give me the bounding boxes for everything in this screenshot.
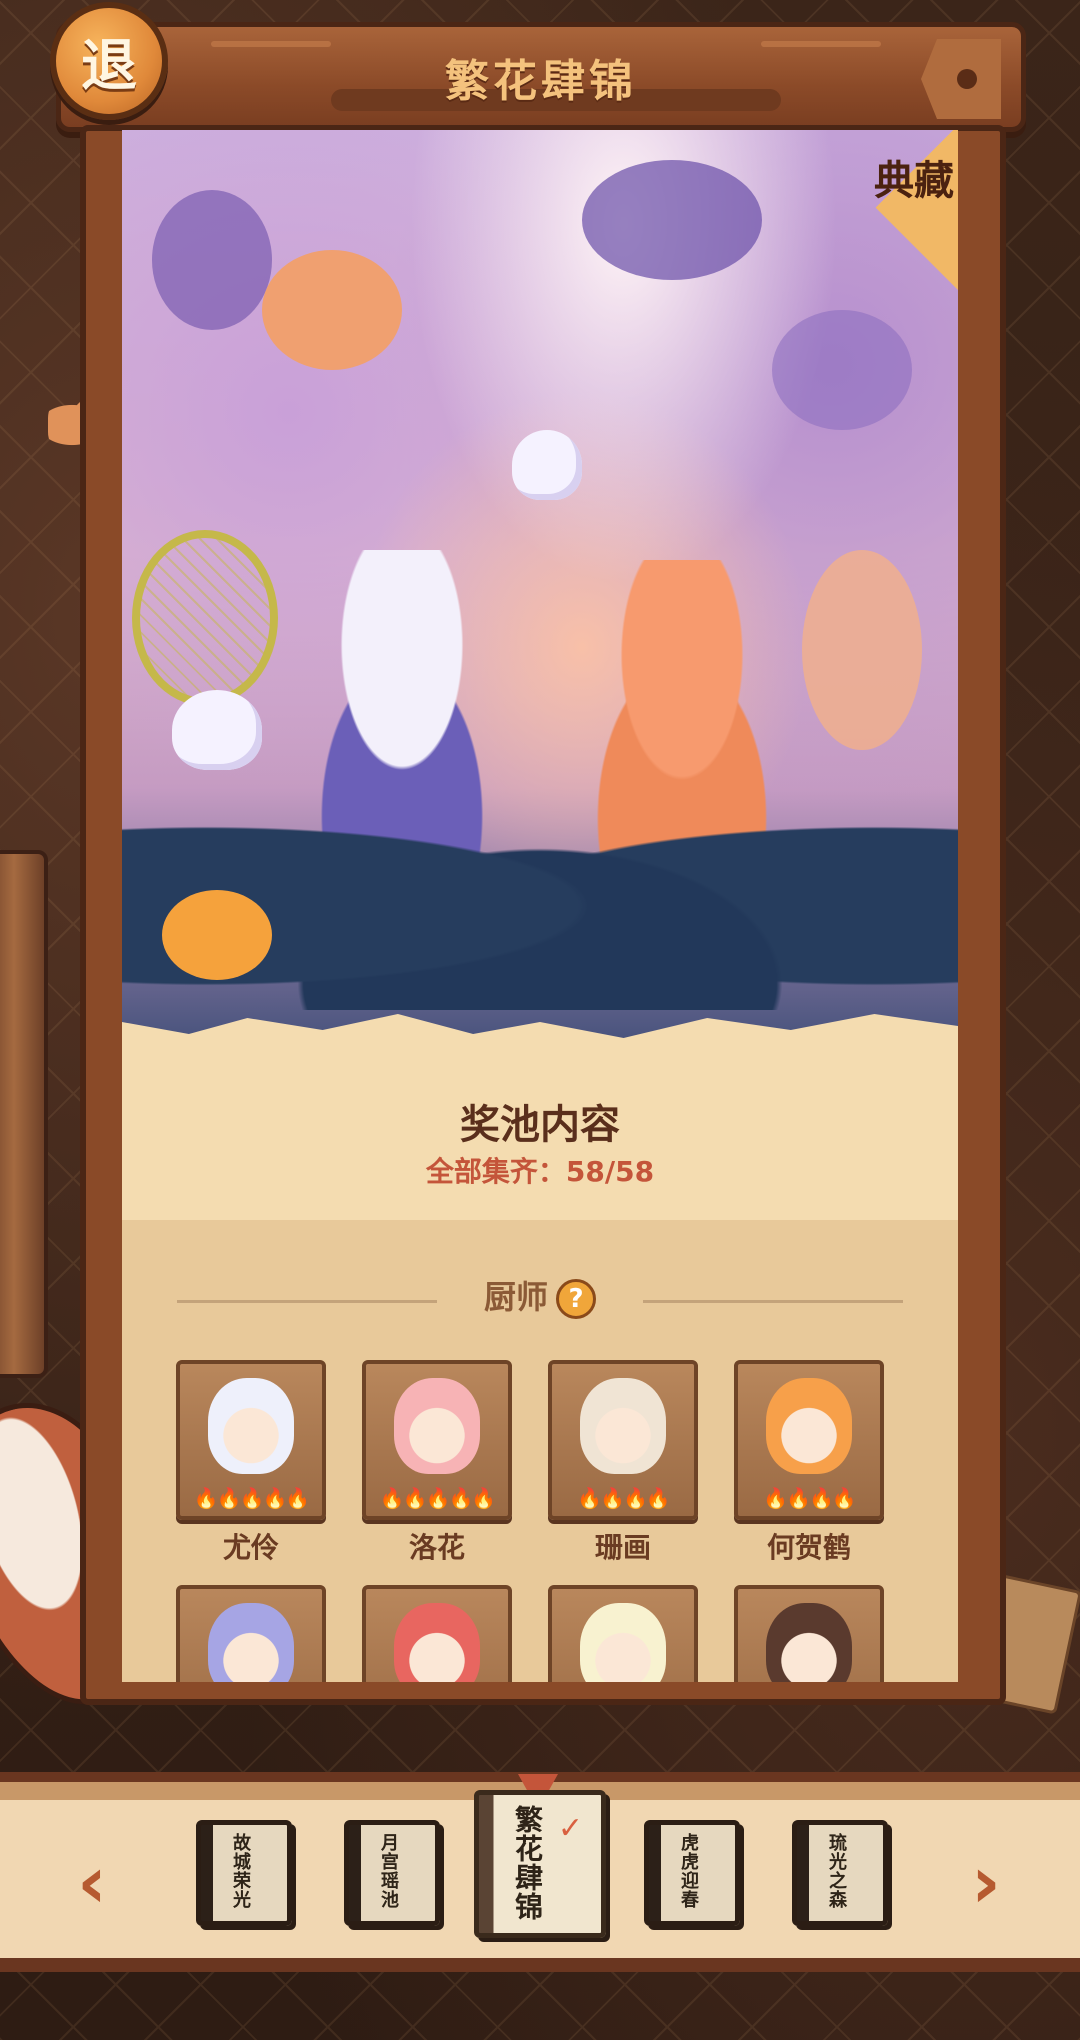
title-bar: 繁花肆锦 — [56, 22, 1026, 132]
book-title: 月宫瑶池 — [378, 1833, 399, 1909]
section-title-text: 厨师 — [483, 1278, 548, 1316]
pool-title: 奖池内容 — [460, 1102, 620, 1148]
chef-card[interactable] — [362, 1585, 512, 1682]
character-fox — [802, 550, 922, 750]
section-title: 厨师? — [122, 1272, 958, 1319]
chevron-right-icon[interactable]: › — [956, 1842, 1016, 1922]
book-title: 琉光之森 — [826, 1833, 847, 1909]
chef-card[interactable]: 🔥🔥🔥🔥🔥 — [362, 1360, 512, 1520]
butterfly-net — [132, 530, 278, 706]
chef-portrait — [766, 1603, 852, 1682]
ghost-spirit — [512, 430, 582, 500]
pool-completion: 全部集齐：58/58 — [425, 1155, 655, 1188]
question-icon[interactable]: ? — [556, 1279, 596, 1319]
book-title: 繁花肆锦 — [511, 1805, 544, 1921]
pool-header: 奖池内容 全部集齐：58/58 — [122, 1070, 958, 1220]
bottom-nav: ‹ › 故城荣光 月宫瑶池 繁花肆锦 ✓ 虎虎迎春 琉光之森 — [0, 1772, 1080, 1972]
wisteria-leaf — [582, 160, 762, 280]
chef-card[interactable]: 🔥🔥🔥🔥🔥 — [176, 1360, 326, 1520]
book-title: 虎虎迎春 — [678, 1833, 699, 1909]
book-item[interactable]: 虎虎迎春 — [644, 1820, 740, 1926]
book-active[interactable]: 繁花肆锦 ✓ — [474, 1790, 606, 1938]
chef-portrait — [208, 1603, 294, 1682]
chevron-left-icon[interactable]: ‹ — [62, 1842, 122, 1922]
collection-ribbon: 典藏 — [794, 130, 958, 296]
ribbon-label: 典藏 — [874, 158, 954, 204]
chef-card[interactable]: 🔥🔥🔥🔥 — [734, 1360, 884, 1520]
book-item[interactable]: 月宫瑶池 — [344, 1820, 440, 1926]
falling-leaf — [162, 890, 272, 980]
chef-name: 尤伶 — [222, 1531, 279, 1564]
chef-card[interactable] — [734, 1585, 884, 1682]
rarity-flames: 🔥🔥🔥🔥 — [763, 1486, 857, 1510]
pool-panel[interactable]: 典藏 奖池内容 全部集齐：58/58 厨师? 🔥🔥🔥🔥🔥 尤伶 🔥🔥🔥🔥🔥 洛花 🔥🔥🔥… — [122, 130, 958, 1682]
book-title: 故城荣光 — [230, 1833, 251, 1909]
wisteria-leaf — [772, 310, 912, 430]
chef-name: 洛花 — [408, 1531, 465, 1564]
rarity-flames: 🔥🔥🔥🔥🔥 — [379, 1486, 497, 1510]
page-title: 繁花肆锦 — [445, 56, 637, 107]
chef-section: 厨师? 🔥🔥🔥🔥🔥 尤伶 🔥🔥🔥🔥🔥 洛花 🔥🔥🔥🔥 珊画 🔥🔥🔥🔥 何贺鹤 — [122, 1220, 958, 1682]
title-decoration — [921, 39, 1001, 119]
chef-portrait — [766, 1378, 852, 1474]
chef-portrait — [580, 1603, 666, 1682]
chef-portrait — [208, 1378, 294, 1474]
banner-artwork: 典藏 — [122, 130, 958, 1070]
chef-name: 珊画 — [594, 1531, 651, 1564]
chef-card[interactable] — [176, 1585, 326, 1682]
chef-portrait — [580, 1378, 666, 1474]
rarity-flames: 🔥🔥🔥🔥 — [577, 1486, 671, 1510]
check-icon: ✓ — [557, 1811, 583, 1846]
chef-portrait — [394, 1378, 480, 1474]
back-button[interactable]: 退 — [50, 2, 168, 120]
koi-fish — [262, 250, 402, 370]
chef-name: 何贺鹤 — [766, 1531, 851, 1564]
chef-card[interactable]: 🔥🔥🔥🔥 — [548, 1360, 698, 1520]
rarity-flames: 🔥🔥🔥🔥🔥 — [193, 1486, 311, 1510]
chef-card[interactable] — [548, 1585, 698, 1682]
book-item[interactable]: 故城荣光 — [196, 1820, 292, 1926]
chef-portrait — [394, 1603, 480, 1682]
book-item[interactable]: 琉光之森 — [792, 1820, 888, 1926]
scroll-pole-decoration — [0, 850, 48, 1378]
wisteria-leaf — [152, 190, 272, 330]
